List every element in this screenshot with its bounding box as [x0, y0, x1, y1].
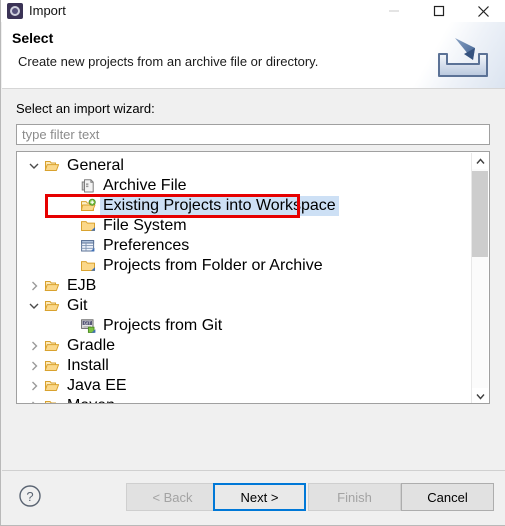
chevron-right-icon[interactable]	[25, 396, 43, 403]
tree-row-label: File System	[103, 217, 187, 234]
chevron-right-icon[interactable]	[25, 376, 43, 396]
help-button[interactable]: ?	[17, 483, 43, 509]
import-wizard-tree[interactable]: General Archive File Existing Projects int…	[16, 151, 490, 404]
tree-row-label: Archive File	[103, 177, 187, 194]
page-description: Create new projects from an archive file…	[18, 54, 319, 69]
select-wizard-label: Select an import wizard:	[16, 101, 155, 116]
filter-box[interactable]	[16, 124, 490, 145]
back-button[interactable]: < Back	[126, 483, 219, 511]
open-folder-icon	[43, 396, 61, 403]
tree-row[interactable]: Java EE	[17, 376, 472, 396]
svg-text:?: ?	[26, 489, 33, 504]
tree-row[interactable]: EJB	[17, 276, 472, 296]
archive-file-icon	[79, 176, 97, 196]
folder-icon	[79, 216, 97, 236]
tree-row[interactable]: Gradle	[17, 336, 472, 356]
page-title: Select	[12, 30, 54, 46]
minimize-icon[interactable]	[371, 0, 416, 22]
chevron-right-icon[interactable]	[25, 356, 43, 376]
chevron-right-icon[interactable]	[25, 336, 43, 356]
folder-plus-icon	[79, 196, 97, 216]
eclipse-import-icon	[7, 3, 23, 19]
open-folder-icon	[43, 296, 61, 316]
open-folder-icon	[43, 356, 61, 376]
preferences-icon	[79, 236, 97, 256]
folder-icon	[79, 256, 97, 276]
tree-row[interactable]: Projects from Folder or Archive	[17, 256, 472, 276]
chevron-down-icon[interactable]	[25, 296, 43, 316]
finish-button[interactable]: Finish	[308, 483, 401, 511]
tree-vertical-scrollbar[interactable]	[471, 153, 488, 403]
title-bar: Import	[1, 0, 505, 22]
open-folder-icon	[43, 276, 61, 296]
tree-row[interactable]: General	[17, 156, 472, 176]
tree-row-label: Git	[67, 297, 88, 314]
chevron-right-icon[interactable]	[25, 276, 43, 296]
cancel-button[interactable]: Cancel	[401, 483, 494, 511]
tree-row[interactable]: Git	[17, 296, 472, 316]
tree-row[interactable]: File System	[17, 216, 472, 236]
tree-row-label: Projects from Folder or Archive	[103, 257, 323, 274]
tree-row-label: Java EE	[67, 377, 127, 394]
tree-row-label: Maven	[64, 396, 118, 403]
scroll-down-arrow-icon[interactable]	[472, 388, 488, 403]
header-banner	[400, 22, 505, 88]
tree-row-label: Install	[67, 357, 109, 374]
scrollbar-track[interactable]	[472, 169, 488, 388]
import-wizard-dialog: Import Select Create new projects from a…	[0, 0, 505, 526]
svg-text:GIT: GIT	[84, 321, 91, 326]
tree-row-label: Existing Projects into Workspace	[100, 196, 339, 216]
open-folder-icon	[43, 156, 61, 176]
wizard-body: Select an import wizard: General Archive …	[2, 89, 505, 470]
scrollbar-thumb[interactable]	[472, 171, 488, 257]
tree-row-label: General	[67, 157, 124, 174]
wizard-header: Select Create new projects from an archi…	[2, 22, 505, 88]
tree-row-label: Gradle	[67, 337, 116, 354]
tree-row[interactable]: Existing Projects into Workspace	[17, 196, 472, 216]
chevron-down-icon[interactable]	[25, 156, 43, 176]
open-folder-icon	[43, 336, 61, 356]
tree-row-label: EJB	[67, 277, 97, 294]
tree-row[interactable]: Preferences	[17, 236, 472, 256]
filter-input[interactable]	[22, 125, 462, 144]
tree-row[interactable]: GIT Projects from Git	[17, 316, 472, 336]
tree-row-label: Projects from Git	[103, 317, 223, 334]
tree-rows: General Archive File Existing Projects int…	[17, 156, 472, 403]
maximize-icon[interactable]	[416, 0, 461, 22]
import-arrow-tray-icon	[438, 38, 488, 77]
scroll-up-arrow-icon[interactable]	[472, 153, 488, 169]
tree-row-label: Preferences	[103, 237, 190, 254]
window-title: Import	[29, 3, 66, 18]
close-icon[interactable]	[461, 0, 505, 22]
tree-row[interactable]: Maven	[17, 396, 472, 403]
tree-row[interactable]: Archive File	[17, 176, 472, 196]
wizard-footer: ? < Back Next > Finish Cancel	[2, 471, 505, 525]
open-folder-icon	[43, 376, 61, 396]
tree-row[interactable]: Install	[17, 356, 472, 376]
next-button[interactable]: Next >	[213, 483, 306, 511]
git-icon: GIT	[79, 316, 97, 336]
